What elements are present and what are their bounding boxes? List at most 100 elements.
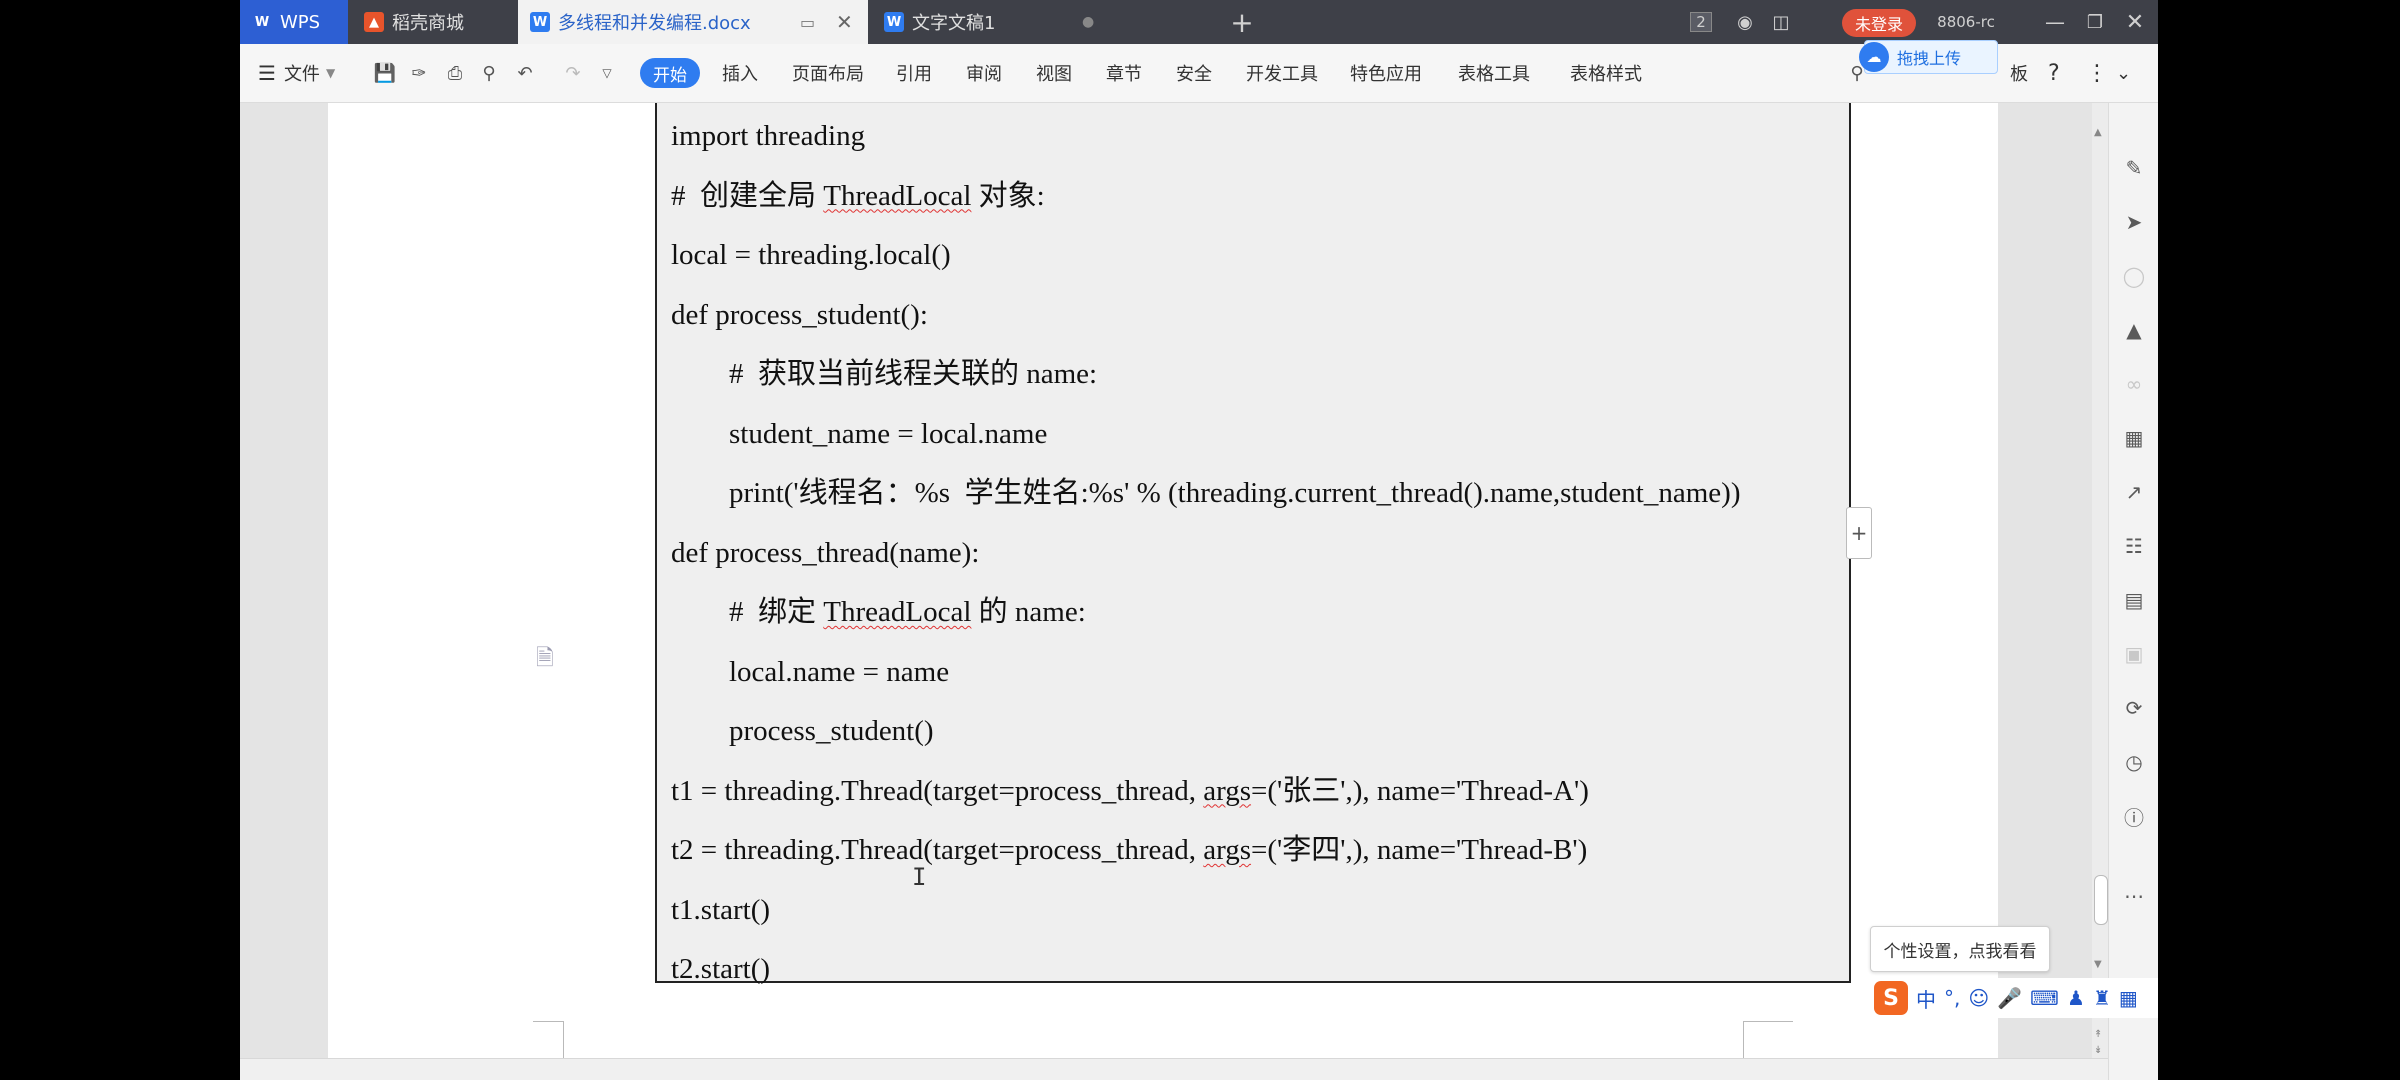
upload-tooltip[interactable]: ☁ 拖拽上传 bbox=[1859, 40, 1998, 74]
scroll-up-icon[interactable]: ▲ bbox=[2094, 127, 2102, 138]
user-tools-icon[interactable]: ♟ bbox=[2067, 986, 2085, 1010]
maximize-icon[interactable]: ❐ bbox=[2080, 0, 2110, 44]
code-line[interactable]: import threading bbox=[671, 119, 865, 153]
tab-insert[interactable]: 插入 bbox=[722, 44, 758, 102]
code-text: local.name = name bbox=[729, 655, 950, 688]
code-line[interactable]: t2.start() bbox=[671, 952, 770, 986]
emoji-icon[interactable]: ☺ bbox=[1968, 986, 1989, 1010]
ime-punctuation-toggle[interactable]: °, bbox=[1944, 986, 1960, 1010]
text-cursor-icon: I bbox=[912, 863, 927, 891]
code-line[interactable]: local.name = name bbox=[729, 655, 949, 689]
tab-label: 文字文稿1 bbox=[912, 13, 996, 34]
tab-developer[interactable]: 开发工具 bbox=[1246, 44, 1318, 102]
code-line[interactable]: def process_student(): bbox=[671, 298, 928, 332]
translate-icon[interactable]: ☷ bbox=[2121, 533, 2147, 559]
tab-wps-home[interactable]: W WPS bbox=[240, 0, 348, 44]
help-circle-icon[interactable]: ⓘ bbox=[2121, 803, 2147, 830]
style-icon[interactable]: ▲ bbox=[2121, 317, 2147, 343]
vertical-scrollbar[interactable]: ▲ ▼ ↟ ↡ bbox=[2092, 103, 2108, 1080]
restore-view-icon[interactable]: ◫ bbox=[1766, 0, 1796, 44]
skin-icon[interactable]: ◉ bbox=[1730, 0, 1760, 44]
page-up-icon[interactable]: ↟ bbox=[2094, 1029, 2102, 1040]
tab-page-layout[interactable]: 页面布局 bbox=[792, 44, 864, 102]
tab-table-tools[interactable]: 表格工具 bbox=[1458, 44, 1530, 102]
tab-start[interactable]: 开始 bbox=[640, 58, 700, 88]
keyboard-icon[interactable]: ⌨ bbox=[2030, 986, 2059, 1010]
tab-view[interactable]: 视图 bbox=[1036, 44, 1072, 102]
help-button[interactable]: ? bbox=[2048, 44, 2060, 102]
monitor-icon[interactable]: ▭ bbox=[800, 13, 815, 32]
tab-document-2[interactable]: W 文字文稿1 ● bbox=[872, 0, 1112, 44]
tab-table-style[interactable]: 表格样式 bbox=[1570, 44, 1642, 102]
collapse-ribbon-icon[interactable]: ⌄ bbox=[2116, 44, 2131, 102]
code-text: t1 = threading.Thread(target=process_thr… bbox=[671, 774, 1204, 807]
spellcheck-word: ThreadLocal bbox=[823, 179, 972, 212]
cloud-upload-icon: ☁ bbox=[1859, 42, 1889, 72]
status-bar bbox=[240, 1058, 2108, 1080]
backup-icon[interactable]: ⟳ bbox=[2121, 695, 2147, 721]
tab-document-active[interactable]: W 多线程和并发编程.docx ▭ ✕ bbox=[518, 0, 868, 44]
tab-review[interactable]: 审阅 bbox=[966, 44, 1002, 102]
page-down-icon[interactable]: ↡ bbox=[2094, 1045, 2102, 1056]
code-line[interactable]: student_name = local.name bbox=[729, 417, 1047, 451]
undo-icon[interactable]: ↶ bbox=[512, 60, 538, 86]
code-line[interactable]: local = threading.local() bbox=[671, 238, 951, 272]
format-painter-icon[interactable]: ✑ bbox=[406, 60, 432, 86]
tab-references[interactable]: 引用 bbox=[896, 44, 932, 102]
more-icon[interactable]: ⋯ bbox=[2121, 883, 2147, 909]
document-page[interactable]: import threading # 创建全局 ThreadLocal 对象: lo… bbox=[328, 103, 1998, 1071]
close-tab-icon[interactable]: ✕ bbox=[836, 10, 853, 34]
tab-label: 多线程和并发编程.docx bbox=[558, 13, 751, 34]
file-menu[interactable]: ☰ 文件 ▼ bbox=[258, 44, 335, 102]
tab-chapter[interactable]: 章节 bbox=[1106, 44, 1142, 102]
code-line[interactable]: print('线程名：%s 学生姓名:%s' % (threading.curr… bbox=[729, 476, 1740, 510]
minimize-icon[interactable]: — bbox=[2040, 0, 2070, 44]
paragraph-menu-icon[interactable]: 🗎 bbox=[536, 641, 554, 679]
code-line[interactable]: t1 = threading.Thread(target=process_thr… bbox=[671, 774, 1589, 808]
save-icon[interactable]: 💾 bbox=[372, 60, 398, 86]
share-icon[interactable]: ↗ bbox=[2121, 479, 2147, 505]
picture-icon: ▣ bbox=[2124, 642, 2144, 666]
print-icon[interactable]: ⎙ bbox=[442, 60, 468, 86]
sogou-logo-icon[interactable]: S bbox=[1874, 981, 1908, 1015]
more-options-icon[interactable]: ⋮ bbox=[2086, 44, 2108, 102]
tab-docer-store[interactable]: ▲ 稻壳商城 bbox=[352, 0, 514, 44]
tab-label: WPS bbox=[280, 11, 321, 33]
archive-icon[interactable]: ▤ bbox=[2121, 587, 2147, 613]
code-line[interactable]: # 创建全局 ThreadLocal 对象: bbox=[671, 179, 1045, 213]
pointer-icon[interactable]: ➤ bbox=[2121, 209, 2147, 235]
history-icon[interactable]: ◷ bbox=[2121, 749, 2147, 775]
image-icon[interactable]: ▦ bbox=[2121, 425, 2147, 451]
code-text: print('线程名：%s 学生姓名:%s' % (threading.curr… bbox=[729, 477, 1741, 509]
microphone-icon[interactable]: 🎤 bbox=[1997, 986, 2022, 1010]
code-text: # 绑定 bbox=[729, 596, 824, 628]
close-window-icon[interactable]: ✕ bbox=[2120, 0, 2150, 44]
code-line[interactable]: # 绑定 ThreadLocal 的 name: bbox=[729, 595, 1086, 629]
redo-icon[interactable]: ↷ bbox=[560, 60, 586, 86]
customize-dropdown-icon[interactable]: ▽ bbox=[594, 60, 620, 86]
scroll-down-icon[interactable]: ▼ bbox=[2094, 959, 2102, 970]
tab-special-apps[interactable]: 特色应用 bbox=[1350, 44, 1422, 102]
add-column-handle[interactable]: + bbox=[1846, 507, 1872, 559]
code-line[interactable]: t2 = threading.Thread(target=process_thr… bbox=[671, 833, 1587, 867]
ime-mode-toggle[interactable]: 中 bbox=[1916, 984, 1936, 1013]
tab-security[interactable]: 安全 bbox=[1176, 44, 1212, 102]
skin-shirt-icon[interactable]: ♜ bbox=[2093, 986, 2111, 1010]
code-line[interactable]: # 获取当前线程关联的 name: bbox=[729, 357, 1097, 391]
print-preview-icon[interactable]: ⚲ bbox=[476, 60, 502, 86]
code-line[interactable]: process_student() bbox=[729, 714, 934, 748]
wps-logo-icon: W bbox=[254, 14, 270, 30]
code-table-cell[interactable]: import threading # 创建全局 ThreadLocal 对象: lo… bbox=[655, 103, 1851, 986]
code-line[interactable]: def process_thread(name): bbox=[671, 536, 979, 570]
window-count-badge[interactable]: 2 bbox=[1686, 0, 1716, 44]
ime-tooltip[interactable]: 个性设置，点我看看 bbox=[1870, 926, 2050, 972]
code-text: # 获取当前线程关联的 name: bbox=[729, 358, 1098, 390]
grid-menu-icon[interactable]: ▦ bbox=[2119, 986, 2138, 1010]
spellcheck-word: ThreadLocal bbox=[823, 596, 972, 628]
login-button[interactable]: 未登录 bbox=[1842, 9, 1916, 37]
ime-toolbar: S 中 °, ☺ 🎤 ⌨ ♟ ♜ ▦ bbox=[1870, 978, 2158, 1018]
pen-icon[interactable]: ✎ bbox=[2121, 155, 2147, 181]
scroll-thumb[interactable] bbox=[2094, 875, 2108, 925]
code-line[interactable]: t1.start() bbox=[671, 893, 770, 927]
new-tab-button[interactable]: + bbox=[1222, 0, 1262, 44]
